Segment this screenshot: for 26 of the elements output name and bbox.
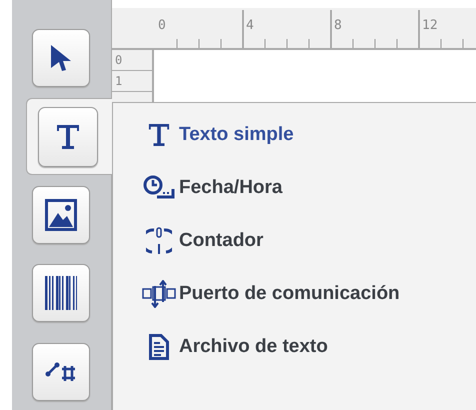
port-icon bbox=[142, 280, 176, 308]
tool-button[interactable] bbox=[32, 29, 90, 88]
ruler-label: 4 bbox=[246, 18, 254, 33]
document-icon bbox=[149, 334, 169, 360]
ruler-label: 12 bbox=[422, 18, 438, 33]
menu-item[interactable]: Texto simple bbox=[139, 117, 476, 153]
tool-button[interactable] bbox=[32, 342, 90, 401]
clock-icon bbox=[143, 175, 175, 201]
text-icon bbox=[148, 123, 170, 147]
row-number: 0 bbox=[112, 50, 152, 71]
ruler-label: 8 bbox=[334, 18, 342, 33]
tool-button[interactable] bbox=[38, 106, 98, 167]
nodes-icon bbox=[45, 360, 77, 383]
barcode-icon bbox=[45, 276, 77, 310]
text-icon bbox=[56, 124, 80, 150]
menu-item[interactable]: Puerto de comunicación bbox=[139, 276, 476, 312]
tool-button[interactable] bbox=[32, 186, 90, 244]
row-number: 1 bbox=[112, 71, 152, 92]
image-icon bbox=[45, 199, 77, 232]
counter-icon bbox=[146, 226, 172, 256]
menu-item[interactable]: Contador bbox=[139, 223, 476, 259]
tool-button[interactable] bbox=[32, 264, 90, 322]
pointer-icon bbox=[50, 44, 72, 72]
ruler-label: 0 bbox=[158, 18, 166, 33]
menu-item[interactable]: Archivo de texto bbox=[139, 329, 476, 365]
menu-item[interactable]: Fecha/Hora bbox=[139, 170, 476, 206]
